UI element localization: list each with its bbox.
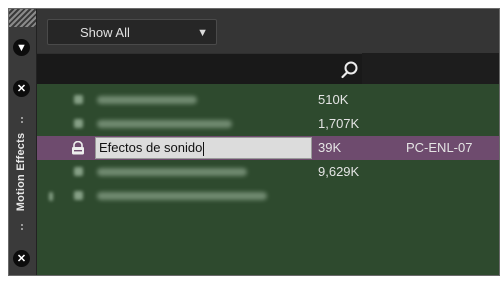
search-input[interactable]	[37, 53, 362, 85]
lock-icon	[72, 141, 84, 155]
collapse-down-icon[interactable]: ▼	[13, 39, 30, 56]
item-size: 1,707K	[318, 116, 360, 131]
item-icon	[74, 119, 83, 128]
item-name-redacted	[97, 120, 232, 128]
item-icon	[74, 191, 83, 200]
text-cursor	[203, 141, 205, 156]
list-item[interactable]: 1,707K	[37, 112, 499, 136]
list-item[interactable]: 510K	[37, 88, 499, 112]
search-icon[interactable]	[340, 60, 360, 80]
item-size: 39K	[318, 140, 342, 155]
item-size: 9,629K	[318, 164, 360, 179]
panel-grip-handle[interactable]	[9, 9, 36, 27]
list-item-selected[interactable]: Efectos de sonido 39K PC-ENL-07	[37, 136, 499, 160]
expand-marker[interactable]	[49, 192, 53, 201]
item-name-redacted	[97, 96, 197, 104]
dropdown-arrow-icon: ▼	[197, 27, 208, 39]
filter-dropdown[interactable]: Show All ▼	[47, 19, 217, 45]
item-icon	[74, 167, 83, 176]
rename-input[interactable]: Efectos de sonido	[95, 137, 312, 159]
item-name-redacted	[97, 168, 247, 176]
media-panel: ▼ ✕ Motion Effects ✕ Show All ▼ 510K 1,7…	[8, 8, 500, 276]
item-size: 510K	[318, 92, 349, 107]
panel-tab-label[interactable]: Motion Effects	[15, 122, 31, 222]
item-code: PC-ENL-07	[406, 140, 473, 155]
item-name-redacted	[97, 192, 267, 200]
rename-input-value: Efectos de sonido	[99, 140, 203, 155]
filter-dropdown-value: Show All	[80, 24, 130, 40]
close-icon[interactable]: ✕	[13, 250, 30, 267]
panel-header: Show All ▼	[37, 9, 499, 53]
item-icon	[74, 95, 83, 104]
separator-dots	[21, 224, 25, 230]
close-icon[interactable]: ✕	[13, 80, 30, 97]
list-item[interactable]: 9,629K	[37, 160, 499, 184]
search-bar-right-area	[362, 53, 499, 84]
list-item[interactable]	[37, 184, 499, 208]
panel-side-strip: ▼ ✕ Motion Effects ✕	[9, 9, 37, 275]
media-list: 510K 1,707K Efectos de sonido 39K PC-ENL…	[37, 84, 499, 275]
